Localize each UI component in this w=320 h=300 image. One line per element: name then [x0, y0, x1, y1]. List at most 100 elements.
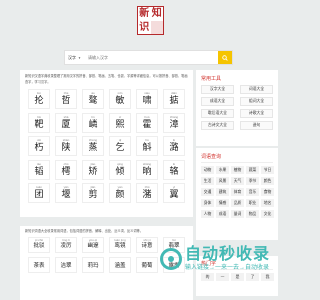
word-category-link[interactable]: 生活 — [201, 177, 214, 185]
word-category-link[interactable]: 职业 — [246, 199, 259, 207]
word-card[interactable]: 葡萄 — [136, 257, 158, 273]
char-glyph: 晌 — [142, 166, 152, 177]
word-card[interactable]: líng lì 凌厉 — [55, 237, 77, 253]
char-card[interactable]: lù 潞 — [163, 136, 185, 156]
word-category-link[interactable]: 颜色 — [261, 177, 274, 185]
char-card[interactable]: lín 嶙 — [82, 112, 104, 133]
word-category-link[interactable]: 音乐 — [246, 188, 259, 196]
char-section-intro: 新知识汉语字典收录整理了常用汉字的拼音、部首、笔画、五笔、仓颉、字源等详细信息，… — [25, 74, 188, 84]
word-category-link[interactable]: 动物 — [201, 166, 214, 174]
char-card[interactable]: mǐn 敏 — [109, 89, 131, 109]
word-card[interactable]: 莉玛 — [82, 257, 104, 273]
char-glyph: 乞 — [115, 143, 125, 153]
search-icon — [222, 54, 228, 61]
char-glyph: 团 — [34, 190, 44, 200]
word-card[interactable]: 茶表 — [28, 257, 50, 273]
char-card[interactable]: shà 厦 — [55, 112, 77, 133]
search-button[interactable] — [218, 51, 232, 64]
char-section: 新知识汉语字典收录整理了常用汉字的拼音、部首、笔画、五笔、仓颉、字源等详细信息，… — [20, 70, 193, 217]
char-card[interactable]: zhāng 漳 — [163, 112, 185, 133]
tool-link[interactable]: 歇后语大全 — [201, 109, 234, 118]
word-card[interactable]: shī yì 诗意 — [136, 237, 158, 253]
char-card[interactable]: zhé 哲 — [55, 89, 77, 109]
word-category-link[interactable]: 水果 — [216, 166, 229, 174]
tool-link[interactable]: 造句 — [240, 121, 273, 130]
word-category-link[interactable]: 物品 — [246, 210, 259, 218]
char-card[interactable]: qīng 倾 — [109, 159, 131, 180]
word-category-link[interactable]: 地名 — [261, 199, 274, 207]
word-category-link[interactable]: 品质 — [231, 199, 244, 207]
word-text: 葡萄 — [141, 263, 153, 269]
char-glyph: 堰 — [61, 190, 71, 200]
tool-link[interactable]: 组词大全 — [240, 97, 273, 106]
word-query-title: 词语查询 — [201, 153, 273, 163]
char-glyph: 嶙 — [88, 119, 98, 130]
search-scope-select[interactable]: 汉字 ▼ — [65, 51, 85, 64]
tool-link[interactable]: 古诗文大全 — [201, 121, 234, 130]
char-glyph: 潞 — [169, 143, 179, 153]
word-category-link[interactable]: 蔬菜 — [246, 166, 259, 174]
char-glyph: 樗 — [61, 166, 71, 177]
char-card[interactable]: tāo 韬 — [28, 159, 50, 180]
char-glyph: 韬 — [34, 166, 44, 177]
site-logo[interactable]: 新 知 识 — [137, 6, 164, 35]
char-card[interactable]: tuán 团 — [28, 183, 50, 203]
char-glyph: 霍 — [142, 119, 152, 130]
char-card[interactable]: bǎ 靶 — [28, 112, 50, 133]
char-glyph: 翼 — [169, 190, 179, 200]
char-card[interactable]: xī 熙 — [109, 112, 131, 133]
word-category-link[interactable]: 季节 — [246, 177, 259, 185]
word-card[interactable]: pī chǔ 批驳 — [28, 237, 50, 253]
word-category-link[interactable]: 植物 — [231, 166, 244, 174]
char-card[interactable]: ào 骜 — [82, 89, 104, 109]
word-category-link[interactable]: 交通 — [201, 188, 214, 196]
word-card[interactable]: yōu qì 幽邃 — [82, 237, 104, 253]
search-input[interactable] — [85, 51, 218, 64]
word-category-link[interactable]: 情感 — [216, 199, 229, 207]
char-glyph: 骜 — [88, 96, 98, 106]
word-category-link[interactable]: 文化 — [261, 210, 274, 218]
word-query-panel: 词语查询 动物 水果 植物 蔬菜 节日生活 风景 天气 季节 颜色交通 建筑 体育 音乐 食物身体 情感品… — [196, 148, 278, 240]
word-category-link[interactable]: 建筑 — [216, 188, 229, 196]
char-glyph: 颜 — [115, 190, 125, 200]
char-card[interactable]: shàn 陕 — [55, 136, 77, 156]
word-category-link[interactable]: 风景 — [216, 177, 229, 185]
char-card[interactable]: yì 翼 — [163, 183, 185, 203]
char-card[interactable]: shǎng 晌 — [136, 159, 158, 180]
char-card[interactable]: lún 抡 — [28, 89, 50, 109]
word-category-link[interactable]: 天气 — [231, 177, 244, 185]
tool-link[interactable]: 诗歌大全 — [240, 109, 273, 118]
char-glyph: 蒸 — [88, 143, 98, 153]
word-category-link[interactable]: 食物 — [261, 188, 274, 196]
char-card[interactable]: xiào 啸 — [136, 89, 158, 109]
char-card[interactable]: xiǔ 朽 — [28, 136, 50, 156]
char-card[interactable]: diān 掂 — [163, 89, 185, 109]
tool-link[interactable]: 词语大全 — [240, 85, 273, 94]
word-text: 洁翠 — [60, 263, 72, 269]
watermark-ring-icon — [160, 248, 182, 270]
word-category-link[interactable]: 量词 — [231, 210, 244, 218]
word-category-link[interactable]: 身体 — [201, 199, 214, 207]
char-card[interactable]: chū 樗 — [55, 159, 77, 180]
char-card[interactable]: huò 霍 — [136, 112, 158, 133]
char-card[interactable]: hú 斛 — [136, 136, 158, 156]
word-card[interactable]: luán jìng 鸾镜 — [109, 237, 131, 253]
char-card[interactable]: zhēng 蒸 — [82, 136, 104, 156]
char-card[interactable]: qǐ 乞 — [109, 136, 131, 156]
word-text: 批驳 — [33, 243, 45, 249]
char-card[interactable]: jiǎo 矫 — [82, 159, 104, 180]
word-card[interactable]: 洁翠 — [55, 257, 77, 273]
tool-link[interactable]: 汉字大全 — [201, 85, 234, 94]
char-grid: lún 抡 zhé 哲 ào 骜 mǐn 敏 xiào 啸 diān 掂 bǎ 靶 shà 厦 lín 嶙 xī 熙 h… — [28, 89, 188, 203]
word-category-link[interactable]: 体育 — [231, 188, 244, 196]
char-card[interactable]: zhū 潴 — [136, 183, 158, 203]
word-card[interactable]: 涵盖 — [109, 257, 131, 273]
char-card[interactable]: lù 辂 — [163, 159, 185, 180]
char-card[interactable]: yán 颜 — [109, 183, 131, 203]
word-category-link[interactable]: 人物 — [201, 210, 214, 218]
word-category-link[interactable]: 节日 — [261, 166, 274, 174]
char-card[interactable]: yǎn 堰 — [55, 183, 77, 203]
tool-link[interactable]: 成语大全 — [201, 97, 234, 106]
word-category-link[interactable]: 成语 — [216, 210, 229, 218]
char-card[interactable]: jiǎn 剪 — [82, 183, 104, 203]
